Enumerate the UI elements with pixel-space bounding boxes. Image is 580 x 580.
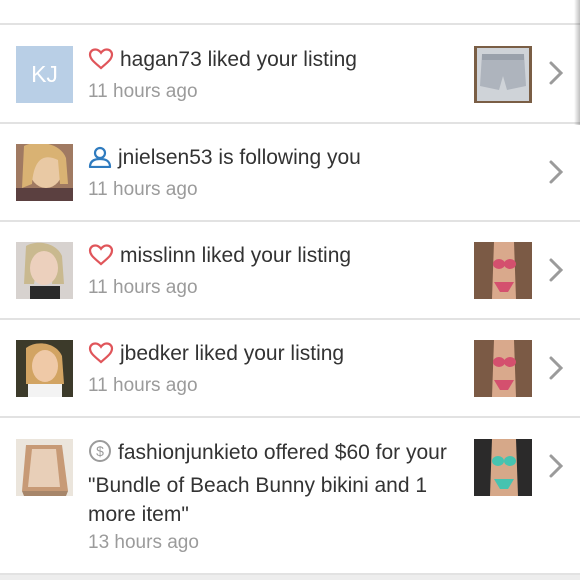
avatar[interactable]: KJ: [16, 46, 73, 103]
svg-text:$: $: [96, 443, 104, 459]
notification-body: $ fashionjunkieto offered $60 for your "…: [88, 438, 454, 557]
avatar[interactable]: [16, 242, 73, 299]
notification-row[interactable]: jbedker liked your listing 11 hours ago: [0, 320, 580, 418]
listing-thumbnail[interactable]: [474, 439, 532, 496]
notification-text: jbedker liked your listing: [120, 342, 345, 365]
previous-row-partial[interactable]: [0, 0, 580, 25]
dollar-circle-icon: $: [88, 439, 112, 471]
notification-row[interactable]: jnielsen53 is following you 11 hours ago: [0, 124, 580, 222]
avatar[interactable]: [16, 144, 73, 201]
notification-body: jnielsen53 is following you 11 hours ago: [88, 143, 454, 204]
notification-time: 11 hours ago: [88, 179, 198, 200]
avatar[interactable]: [16, 439, 73, 496]
chevron-right-icon[interactable]: [546, 354, 566, 382]
notification-body: misslinn liked your listing 11 hours ago: [88, 241, 454, 302]
chevron-right-icon[interactable]: [546, 59, 566, 87]
avatar-initials: KJ: [31, 61, 58, 87]
scroll-edge-shadow: [574, 0, 580, 125]
notification-time: 11 hours ago: [88, 277, 198, 298]
heart-outline-icon: [88, 342, 114, 372]
notification-row[interactable]: KJ hagan73 liked your listing 11 hours a…: [0, 25, 580, 124]
chevron-right-icon[interactable]: [546, 452, 566, 480]
notification-row[interactable]: misslinn liked your listing 11 hours ago: [0, 222, 580, 320]
notification-message: hagan73 liked your listing: [88, 45, 454, 78]
notification-message: jbedker liked your listing: [88, 339, 454, 372]
list-bottom-edge: [0, 575, 580, 580]
heart-outline-icon: [88, 48, 114, 78]
notification-message: jnielsen53 is following you: [88, 143, 454, 176]
notification-message: misslinn liked your listing: [88, 241, 454, 274]
notification-message: $ fashionjunkieto offered $60 for your "…: [88, 438, 454, 529]
listing-thumbnail[interactable]: [474, 46, 532, 103]
listing-thumbnail[interactable]: [474, 242, 532, 299]
listing-thumbnail[interactable]: [474, 340, 532, 397]
notification-time: 13 hours ago: [88, 532, 199, 553]
avatar[interactable]: [16, 340, 73, 397]
notification-time: 11 hours ago: [88, 375, 198, 396]
notification-text: misslinn liked your listing: [120, 244, 352, 267]
notification-body: hagan73 liked your listing 11 hours ago: [88, 45, 454, 106]
person-outline-icon: [88, 146, 112, 176]
chevron-right-icon[interactable]: [546, 158, 566, 186]
notification-text: hagan73 liked your listing: [120, 48, 357, 71]
chevron-right-icon[interactable]: [546, 256, 566, 284]
notification-body: jbedker liked your listing 11 hours ago: [88, 339, 454, 400]
heart-outline-icon: [88, 244, 114, 274]
notification-row[interactable]: $ fashionjunkieto offered $60 for your "…: [0, 418, 580, 575]
notification-text: fashionjunkieto offered $60 for your "Bu…: [88, 441, 447, 526]
notification-text: jnielsen53 is following you: [118, 146, 361, 169]
notification-time: 11 hours ago: [88, 81, 198, 102]
